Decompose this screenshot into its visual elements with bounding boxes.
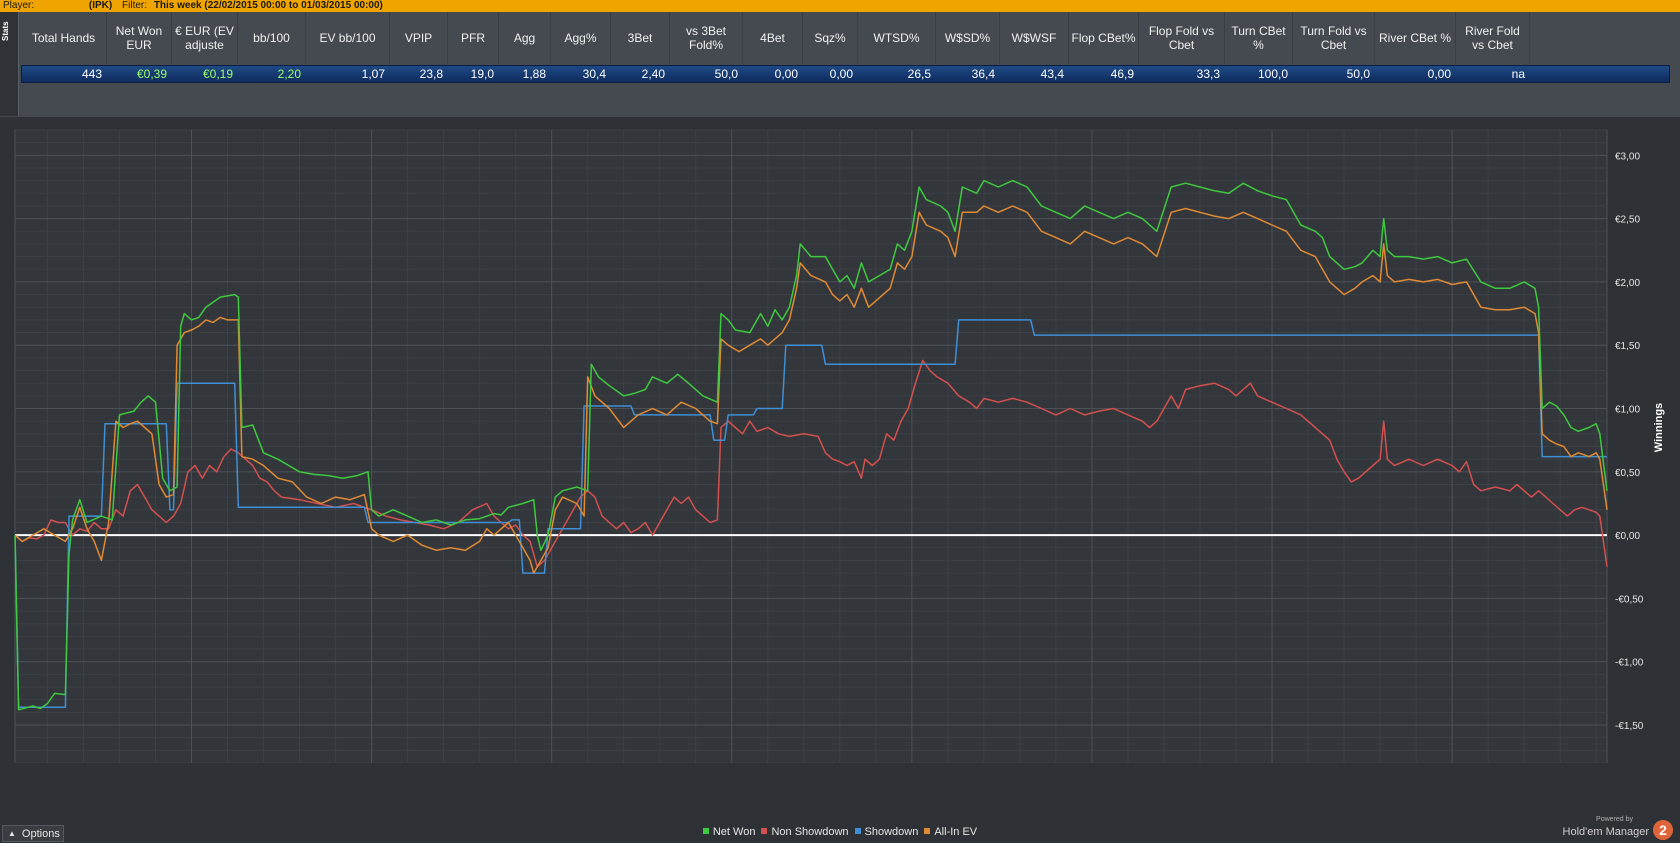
y-tick-label: €0,00: [1615, 531, 1640, 542]
stat-value: 46,9: [1110, 67, 1134, 81]
player-name[interactable]: (IPK): [89, 0, 112, 12]
legend-swatch-icon: [924, 828, 931, 834]
column-header[interactable]: VPIP: [390, 12, 448, 64]
legend-label: All-In EV: [934, 826, 978, 838]
legend-item[interactable]: Showdown: [854, 826, 919, 839]
stat-value: 33,3: [1196, 67, 1220, 81]
legend-swatch-icon: [702, 828, 709, 834]
winnings-graph: 50100150200250300350400€3,00€2,50€2,00€1…: [14, 129, 1670, 763]
y-tick-label: €1,00: [1615, 405, 1640, 416]
y-tick-label: €2,00: [1615, 278, 1640, 289]
column-header[interactable]: Net Won EUR: [107, 12, 172, 64]
stats-tab[interactable]: Stats: [0, 12, 19, 116]
y-tick-label: €1,50: [1615, 341, 1640, 352]
column-header[interactable]: vs 3Bet Fold%: [670, 12, 743, 64]
column-header[interactable]: 4Bet: [743, 12, 803, 64]
stat-value: 23,8: [419, 67, 443, 81]
legend-item[interactable]: All-In EV: [924, 826, 977, 839]
legend-swatch-icon: [761, 828, 768, 834]
stat-value: 50,0: [1346, 67, 1370, 81]
chevron-up-icon: ▲: [8, 829, 16, 838]
column-header[interactable]: Turn CBet %: [1225, 12, 1293, 64]
column-header[interactable]: Agg: [499, 12, 551, 64]
powered-by-text: Powered by: [1596, 816, 1633, 823]
y-tick-label: €2,50: [1615, 215, 1640, 226]
legend-item[interactable]: Net Won: [702, 826, 756, 839]
options-button[interactable]: ▲ Options: [2, 825, 64, 842]
stat-value: 19,0: [470, 67, 494, 81]
filter-value[interactable]: This week (22/02/2015 00:00 to 01/03/201…: [154, 0, 383, 12]
stat-value: 43,4: [1040, 67, 1064, 81]
stat-value: €0,19: [202, 67, 233, 81]
legend-label: Showdown: [864, 826, 919, 838]
column-header[interactable]: 3Bet: [611, 12, 670, 64]
options-label: Options: [21, 828, 60, 840]
column-header[interactable]: PFR: [448, 12, 499, 64]
stat-value: 0,00: [829, 67, 853, 81]
column-header[interactable]: W$SD%: [936, 12, 1000, 64]
column-header[interactable]: Total Hands: [21, 12, 107, 64]
y-axis-title: Winnings: [1653, 403, 1665, 452]
legend-label: Net Won: [712, 826, 756, 838]
stat-value: na: [1511, 67, 1525, 81]
stat-value: 2,20: [277, 67, 301, 81]
column-header[interactable]: EV bb/100: [306, 12, 390, 64]
stats-header-row: Total Hands Net Won EUR € EUR (EV adjuste b…: [21, 12, 1670, 64]
hm2-logo-icon: 2: [1653, 820, 1673, 840]
column-header[interactable]: bb/100: [238, 12, 306, 64]
y-tick-label: €3,00: [1615, 151, 1640, 162]
brand-badge: Powered by Hold'em Manager 2: [1552, 815, 1677, 843]
player-filter-bar: Player: (IPK) Filter: This week (22/02/2…: [0, 0, 1680, 12]
stat-value: 30,4: [582, 67, 606, 81]
column-header[interactable]: River Fold vs Cbet: [1456, 12, 1530, 64]
column-header[interactable]: Turn Fold vs Cbet: [1293, 12, 1375, 64]
y-tick-label: -€0,50: [1615, 594, 1644, 605]
column-header[interactable]: Flop Fold vs Cbet: [1139, 12, 1225, 64]
stats-value-row[interactable]: 443 €0,39 €0,19 2,20 1,07 23,8 19,0 1,88 30,4 2,4…: [21, 65, 1670, 83]
stats-panel: Stats Total Hands Net Won EUR € EUR (EV ad…: [0, 12, 1680, 117]
legend-item[interactable]: Non Showdown: [761, 826, 849, 839]
column-header[interactable]: W$WSF: [1000, 12, 1069, 64]
column-header[interactable]: Agg%: [551, 12, 611, 64]
stat-value: 2,40: [641, 67, 665, 81]
stat-value: 443: [81, 67, 102, 81]
column-header[interactable]: € EUR (EV adjuste: [172, 12, 238, 64]
filter-label: Filter:: [122, 0, 148, 11]
y-tick-label: -€1,00: [1615, 658, 1644, 669]
column-header[interactable]: Flop CBet%: [1069, 12, 1139, 64]
column-header[interactable]: Sqz%: [803, 12, 858, 64]
player-label: Player:: [3, 0, 35, 11]
stat-value: 0,00: [774, 67, 798, 81]
brand-name: Hold'em Manager: [1562, 826, 1649, 838]
stat-value: 100,0: [1257, 67, 1288, 81]
stat-value: 36,4: [971, 67, 995, 81]
column-header[interactable]: WTSD%: [858, 12, 936, 64]
stat-value: 50,0: [714, 67, 738, 81]
stat-value: 1,88: [522, 67, 546, 81]
y-tick-label: -€1,50: [1615, 721, 1644, 732]
winnings-chart: 50100150200250300350400€3,00€2,50€2,00€1…: [14, 129, 1665, 763]
legend-label: Non Showdown: [771, 826, 849, 838]
stat-value: 0,00: [1427, 67, 1451, 81]
stats-tab-label: Stats: [1, 21, 10, 41]
legend-swatch-icon: [854, 828, 861, 834]
column-header[interactable]: River CBet %: [1375, 12, 1456, 64]
stat-value: 26,5: [907, 67, 931, 81]
y-tick-label: €0,50: [1615, 468, 1640, 479]
chart-legend: Net Won Non Showdown Showdown All-In EV: [0, 826, 1680, 839]
stat-value: 1,07: [361, 67, 385, 81]
stat-value: €0,39: [136, 67, 167, 81]
